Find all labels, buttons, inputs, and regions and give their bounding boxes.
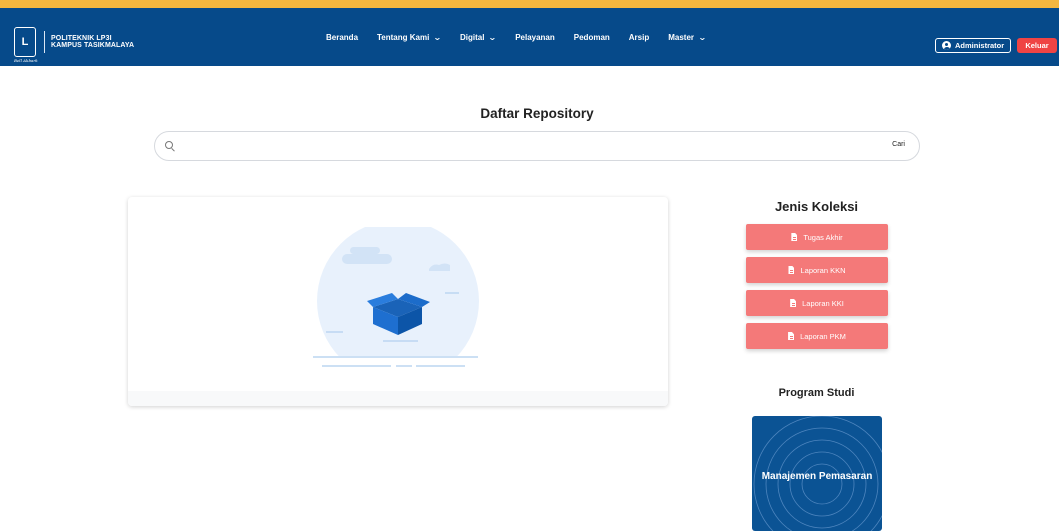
logout-button[interactable]: Keluar — [1017, 38, 1057, 53]
empty-box-illustration — [308, 227, 488, 377]
koleksi-label: Laporan PKM — [800, 331, 846, 341]
koleksi-button-laporan-kkn[interactable]: Laporan KKN — [746, 257, 888, 283]
nav-item-pelayanan[interactable]: Pelayanan — [515, 33, 555, 42]
koleksi-button-tugas-akhir[interactable]: Tugas Akhir — [746, 224, 888, 250]
brand-divider — [44, 31, 45, 53]
main-nav: Beranda Tentang Kami ⌄ Digital ⌄ Pelayanan… — [326, 33, 725, 42]
koleksi-label: Laporan KKN — [800, 265, 846, 275]
nav-item-label: Pedoman — [573, 33, 610, 42]
prodi-card-manajemen-pemasaran[interactable]: Manajemen Pemasaran — [752, 416, 882, 531]
nav-item-pedoman[interactable]: Pedoman — [574, 33, 610, 42]
nav-item-tentang-kami[interactable]: Tentang Kami ⌄ — [377, 33, 443, 42]
brand-line-2: KAMPUS TASIKMALAYA — [51, 42, 135, 49]
search-input[interactable] — [181, 138, 865, 156]
file-icon — [788, 332, 795, 340]
user-circle-icon — [942, 41, 951, 50]
chevron-down-icon: ⌄ — [698, 33, 707, 42]
page-title: Daftar Repository — [480, 106, 594, 121]
nav-item-label: Arsip — [628, 33, 650, 42]
brand-line-1: POLITEKNIK LP3I — [51, 35, 112, 42]
brand-name: POLITEKNIK LP3I KAMPUS TASIKMALAYA — [51, 35, 134, 49]
administrator-button[interactable]: Administrator — [935, 38, 1012, 53]
card-footer — [128, 391, 668, 406]
repository-empty-card — [128, 197, 668, 406]
file-icon — [790, 299, 797, 307]
chevron-down-icon: ⌄ — [488, 33, 498, 42]
lp3i-logo-icon: L — [14, 27, 36, 57]
brand[interactable]: L Bell Akbark POLITEKNIK LP3I KAMPUS TAS… — [14, 27, 134, 63]
nav-item-label: Beranda — [326, 33, 359, 42]
nav-item-label: Digital — [460, 33, 485, 42]
koleksi-button-laporan-pkm[interactable]: Laporan PKM — [746, 323, 888, 349]
jenis-koleksi-title: Jenis Koleksi — [774, 199, 859, 214]
top-accent-strip — [0, 0, 1059, 8]
nav-item-beranda[interactable]: Beranda — [326, 33, 358, 42]
koleksi-label: Laporan KKI — [802, 298, 844, 308]
chevron-down-icon: ⌄ — [433, 33, 443, 42]
nav-item-label: Tentang Kami — [377, 33, 430, 42]
search-bar: Cari — [154, 131, 920, 161]
program-studi-title: Program Studi — [778, 387, 855, 399]
file-icon — [788, 266, 795, 274]
nav-item-master[interactable]: Master ⌄ — [668, 33, 707, 42]
nav-item-label: Master — [668, 33, 695, 42]
brand-tagline: Bell Akbark — [14, 58, 38, 63]
prodi-label: Manajemen Pemasaran — [761, 471, 873, 482]
navbar: L Bell Akbark POLITEKNIK LP3I KAMPUS TAS… — [0, 8, 1059, 66]
koleksi-button-laporan-kki[interactable]: Laporan KKI — [746, 290, 888, 316]
nav-item-digital[interactable]: Digital ⌄ — [460, 33, 498, 42]
nav-item-arsip[interactable]: Arsip — [629, 33, 649, 42]
search-icon — [165, 141, 173, 149]
koleksi-label: Tugas Akhir — [803, 232, 843, 242]
administrator-label: Administrator — [955, 41, 1005, 50]
file-icon — [791, 233, 798, 241]
nav-item-label: Pelayanan — [515, 33, 555, 42]
search-button[interactable]: Cari — [892, 141, 905, 148]
